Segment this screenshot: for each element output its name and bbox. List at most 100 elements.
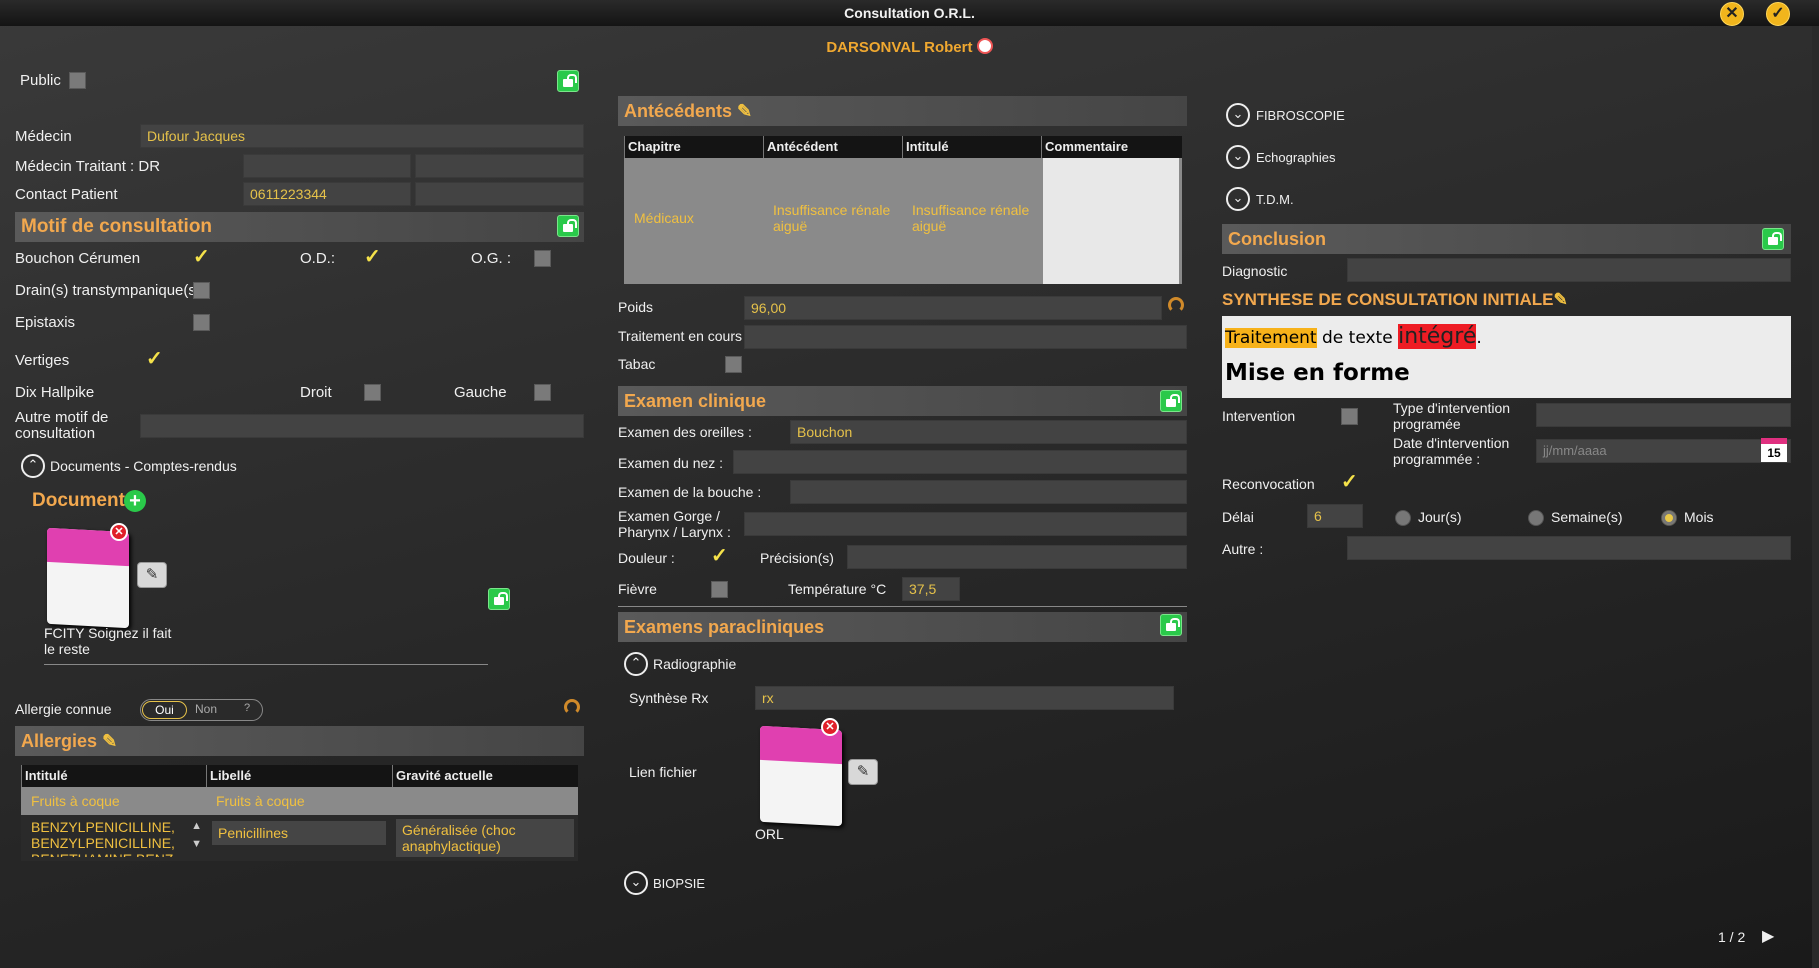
delete-icon[interactable]: ✕ <box>821 718 839 736</box>
chevron-up-icon[interactable]: ⌃ <box>21 454 45 478</box>
medecin-field[interactable]: Dufour Jacques <box>140 124 584 148</box>
radio-jours[interactable] <box>1395 510 1411 526</box>
document-file-icon[interactable] <box>47 527 129 629</box>
synthese-rx-field[interactable]: rx <box>755 686 1174 710</box>
refresh-icon[interactable] <box>1168 297 1184 313</box>
chevron-down-icon[interactable]: ⌄ <box>1226 103 1250 127</box>
tabac-checkbox[interactable] <box>725 356 742 373</box>
date-intervention-field[interactable]: jj/mm/aaaa <box>1536 439 1791 463</box>
table-cell: Fruits à coque <box>31 793 120 809</box>
bouchon-checkbox[interactable]: ✓ <box>193 247 210 267</box>
traitement-field[interactable] <box>744 325 1187 349</box>
chevron-down-icon[interactable]: ⌄ <box>1226 145 1250 169</box>
unknown-option[interactable]: ? <box>244 702 250 714</box>
oreilles-field[interactable]: Bouchon <box>790 420 1187 444</box>
tdm-toggle[interactable]: T.D.M. <box>1256 192 1294 207</box>
reconvocation-checkbox[interactable]: ✓ <box>1341 472 1358 492</box>
richtext-word: Traitement <box>1225 328 1317 348</box>
nez-field[interactable] <box>733 450 1187 474</box>
edit-pen-icon[interactable]: ✎ <box>848 759 878 785</box>
edit-pen-icon[interactable]: ✎ <box>137 562 167 588</box>
chevron-down-icon[interactable]: ⌄ <box>624 871 648 895</box>
documents-toggle[interactable]: Documents - Comptes-rendus <box>50 458 237 474</box>
medecin-traitant-field-2[interactable] <box>415 154 584 178</box>
og-checkbox[interactable] <box>534 250 551 267</box>
table-row[interactable]: BENZYLPENICILLINE, BENZYLPENICILLINE, BE… <box>21 815 578 861</box>
chevron-up-icon[interactable]: ⌃ <box>624 652 648 676</box>
table-row[interactable]: Fruits à coque Fruits à coque <box>21 787 578 815</box>
table-header: Intitulé <box>902 136 1041 158</box>
drain-checkbox[interactable] <box>193 282 210 299</box>
pencil-icon[interactable]: ✎ <box>1554 290 1568 309</box>
temperature-field[interactable]: 37,5 <box>902 577 960 601</box>
radio-semaine[interactable] <box>1528 510 1544 526</box>
table-cell <box>1043 158 1179 284</box>
lock-icon[interactable] <box>1762 228 1784 250</box>
lock-icon[interactable] <box>1160 614 1182 636</box>
droit-checkbox[interactable] <box>364 384 381 401</box>
non-option[interactable]: Non <box>195 702 217 716</box>
close-icon[interactable]: ✕ <box>1720 2 1744 26</box>
epistaxis-checkbox[interactable] <box>193 314 210 331</box>
intervention-checkbox[interactable] <box>1341 408 1358 425</box>
autre-motif-label: Autre motif de consultation <box>15 409 109 442</box>
medecin-traitant-field[interactable] <box>243 154 411 178</box>
od-checkbox[interactable]: ✓ <box>364 247 381 267</box>
oui-option[interactable]: Oui <box>142 701 187 719</box>
autre-label: Autre : <box>1222 541 1264 557</box>
dix-label: Dix Hallpike <box>15 384 95 401</box>
allergie-toggle[interactable]: Oui Non ? <box>140 699 263 721</box>
allergie-label: Allergie connue <box>15 701 112 717</box>
add-icon[interactable]: + <box>124 490 146 512</box>
echographies-toggle[interactable]: Echographies <box>1256 150 1336 165</box>
biopsie-toggle[interactable]: BIOPSIE <box>653 876 705 891</box>
divider <box>618 606 1187 607</box>
validate-icon[interactable]: ✓ <box>1766 2 1790 26</box>
table-header: Libellé <box>206 765 392 787</box>
vertiges-checkbox[interactable]: ✓ <box>146 349 163 369</box>
refresh-icon[interactable] <box>564 699 580 715</box>
bouche-label: Examen de la bouche : <box>618 484 762 500</box>
radiographie-toggle[interactable]: Radiographie <box>653 656 736 672</box>
pencil-icon[interactable]: ✎ <box>737 101 752 121</box>
public-checkbox[interactable] <box>69 72 86 89</box>
poids-field[interactable]: 96,00 <box>744 296 1162 320</box>
lock-icon[interactable] <box>557 215 579 237</box>
public-label: Public <box>20 72 61 89</box>
gauche-checkbox[interactable] <box>534 384 551 401</box>
gorge-field[interactable] <box>744 512 1187 536</box>
type-intervention-field[interactable] <box>1536 403 1791 427</box>
precision-field[interactable] <box>847 545 1187 569</box>
contact-field[interactable]: 0611223344 <box>243 182 411 206</box>
autre-field[interactable] <box>1347 536 1791 560</box>
contact-field-2[interactable] <box>415 182 584 206</box>
lock-icon[interactable] <box>557 70 579 92</box>
scroll-arrows-icon[interactable]: ▲ ▼ <box>191 817 202 853</box>
window-scrollbar[interactable] <box>1812 26 1819 968</box>
od-label: O.D.: <box>300 250 336 267</box>
delete-icon[interactable]: ✕ <box>110 523 128 541</box>
douleur-checkbox[interactable]: ✓ <box>711 546 728 566</box>
synthese-richtext[interactable]: Traitement de texte intégré. Mise en for… <box>1222 316 1791 398</box>
calendar-icon[interactable]: 15 <box>1761 438 1787 462</box>
radio-mois[interactable] <box>1661 510 1677 526</box>
table-row[interactable]: Médicaux Insuffisance rénale aiguë Insuf… <box>624 158 1182 284</box>
allergy-libelle: Penicillines <box>212 821 386 845</box>
lock-icon[interactable] <box>488 588 510 610</box>
fibroscopie-toggle[interactable]: FIBROSCOPIE <box>1256 108 1345 123</box>
delai-field[interactable]: 6 <box>1307 504 1363 528</box>
diagnostic-field[interactable] <box>1347 258 1791 282</box>
fievre-checkbox[interactable] <box>711 581 728 598</box>
poids-label: Poids <box>618 299 654 315</box>
pencil-icon[interactable]: ✎ <box>102 731 117 751</box>
document-file-icon[interactable] <box>760 725 842 827</box>
window-title: Consultation O.R.L. <box>0 0 1819 26</box>
allergy-name: BENZYLPENICILLINE, BENZYLPENICILLINE, BE… <box>31 819 175 857</box>
orl-file-name: ORL <box>755 826 784 842</box>
next-page-icon[interactable]: ▶ <box>1762 926 1774 946</box>
autre-motif-field[interactable] <box>140 414 584 438</box>
nez-label: Examen du nez : <box>618 455 724 471</box>
chevron-down-icon[interactable]: ⌄ <box>1226 187 1250 211</box>
lock-icon[interactable] <box>1160 390 1182 412</box>
bouche-field[interactable] <box>790 480 1187 504</box>
